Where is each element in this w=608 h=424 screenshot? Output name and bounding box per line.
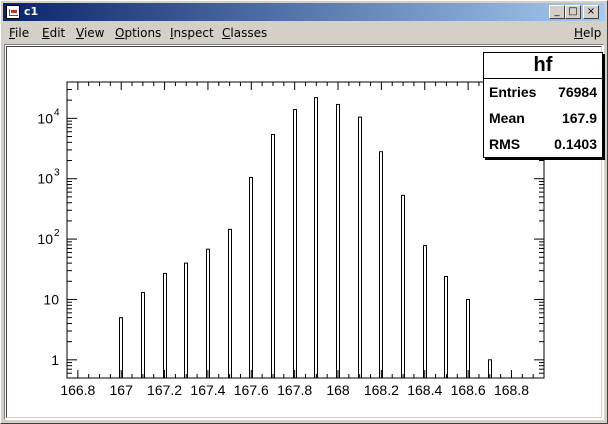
stats-title: hf <box>484 53 602 79</box>
stats-value: 167.9 <box>561 110 597 126</box>
histogram-bar <box>423 245 427 379</box>
histogram-bars <box>119 97 492 379</box>
stats-value: 0.1403 <box>554 136 597 152</box>
stats-value: 76984 <box>558 84 597 100</box>
x-axis: 166.8 167 167.2 167.4 167.6 167.8 168 168.2 168.… <box>60 82 545 398</box>
x-tick-label: 168.6 <box>451 382 486 398</box>
x-tick-label: 168.4 <box>407 382 442 398</box>
histogram-bar <box>271 134 275 379</box>
histogram-bar <box>466 298 470 379</box>
menu-view-accel: V <box>76 26 84 40</box>
stats-row-rms: RMS 0.1403 <box>484 131 602 157</box>
y-tick-label: 10 <box>37 231 53 247</box>
y-tick-label: 10 <box>43 291 59 307</box>
y-tick-label: 1 <box>51 352 59 368</box>
histogram-bar <box>184 262 188 379</box>
menu-inspect[interactable]: Inspect <box>170 26 214 40</box>
close-button[interactable]: × <box>583 5 599 19</box>
histogram-bar <box>444 276 448 379</box>
histogram-bar <box>163 272 167 379</box>
menu-classes[interactable]: Classes <box>222 26 267 40</box>
menu-file[interactable]: File <box>9 26 29 40</box>
histogram-bar <box>293 109 297 379</box>
x-tick-label: 168 <box>326 382 350 398</box>
menu-edit-accel: E <box>42 26 50 40</box>
y-tick-exponent: 3 <box>54 168 60 179</box>
minimize-button[interactable]: _ <box>549 5 565 19</box>
root-canvas-icon[interactable] <box>6 5 20 19</box>
x-tick-label: 168.2 <box>364 382 399 398</box>
menu-options[interactable]: Options <box>115 26 161 40</box>
stats-row-entries: Entries 76984 <box>484 79 602 105</box>
menu-edit-rest: dit <box>49 26 66 40</box>
stats-label: Entries <box>489 84 537 100</box>
y-tick-label: 10 <box>37 110 53 126</box>
stats-label: RMS <box>489 136 521 152</box>
stats-label: Mean <box>489 110 525 126</box>
x-tick-label: 167.8 <box>277 382 312 398</box>
x-tick-label: 168.8 <box>494 382 529 398</box>
histogram-bar <box>141 292 145 379</box>
x-tick-label: 167.6 <box>234 382 269 398</box>
x-tick-label: 167.2 <box>147 382 182 398</box>
menu-view-rest: iew <box>83 26 105 40</box>
menu-view[interactable]: View <box>76 26 104 40</box>
y-tick-exponent: 4 <box>54 107 60 118</box>
histogram-bar <box>249 176 253 379</box>
maximize-button[interactable]: □ <box>565 5 581 19</box>
histogram-bar <box>119 317 123 379</box>
menu-help-rest: elp <box>583 26 602 40</box>
root-canvas[interactable]: 166.8 167 167.2 167.4 167.6 167.8 168 168.2 168.… <box>6 46 603 418</box>
histogram-bar <box>336 103 340 379</box>
plot-area-border <box>66 81 545 379</box>
plot-frame <box>66 81 545 379</box>
menu-classes-rest: lasses <box>230 26 268 40</box>
x-tick-label: 167.4 <box>190 382 225 398</box>
menu-file-rest: ile <box>15 26 30 40</box>
menu-inspect-rest: nspect <box>173 26 214 40</box>
y-tick-exponent: 2 <box>54 228 60 239</box>
histogram-bar <box>358 116 362 379</box>
app-window: c1 _ □ × File Edit View Options Inspect … <box>0 0 608 424</box>
y-tick-label: 10 <box>37 171 53 187</box>
menu-help-accel: H <box>574 26 584 40</box>
menu-edit[interactable]: Edit <box>42 26 65 40</box>
histogram-bar <box>206 248 210 379</box>
x-tick-label: 167 <box>110 382 134 398</box>
canvas-frame: 166.8 167 167.2 167.4 167.6 167.8 168 168.2 168.… <box>4 44 604 420</box>
window-title: c1 <box>24 5 39 18</box>
histogram-bar <box>314 97 318 379</box>
title-bar[interactable]: c1 _ □ × <box>3 3 605 21</box>
menu-bar: File Edit View Options Inspect Classes H… <box>3 22 605 44</box>
menu-options-rest: ptions <box>124 26 162 40</box>
menu-help[interactable]: Help <box>574 26 601 40</box>
histogram-bar <box>228 228 232 379</box>
x-tick-label: 166.8 <box>60 382 95 398</box>
stats-row-mean: Mean 167.9 <box>484 105 602 131</box>
histogram-bar <box>401 194 405 379</box>
histogram-bar <box>379 151 383 379</box>
stats-box[interactable]: hf Entries 76984 Mean 167.9 RMS 0.1403 <box>483 52 603 158</box>
